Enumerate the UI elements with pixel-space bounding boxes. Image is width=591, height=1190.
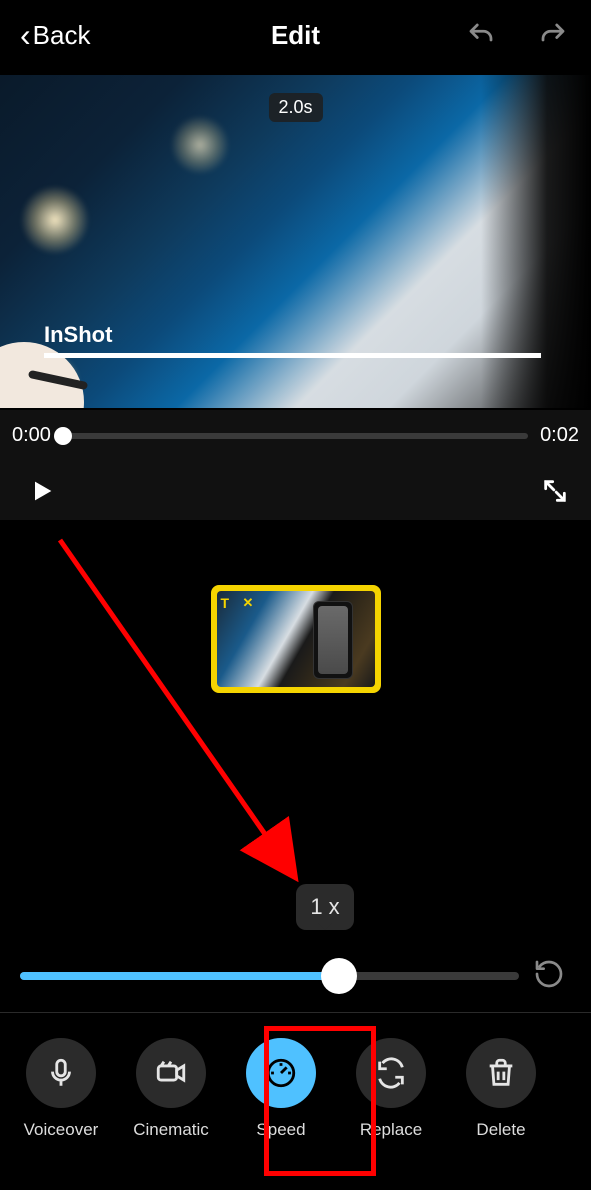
current-time: 0:00 [12, 424, 51, 447]
toolbar-label: Cinematic [133, 1120, 209, 1140]
header-bar: ‹ Back Edit [0, 0, 591, 70]
fullscreen-button[interactable] [541, 477, 569, 510]
play-button[interactable] [28, 477, 56, 510]
preview-decor [20, 185, 90, 255]
redo-button[interactable] [535, 17, 571, 53]
trash-icon [484, 1056, 518, 1090]
toolbar-item-voiceover[interactable]: Voiceover [18, 1038, 104, 1140]
undo-redo-group [463, 17, 571, 53]
preview-decor [170, 115, 230, 175]
play-icon [28, 477, 56, 505]
delete-button [466, 1038, 536, 1108]
speed-thumb[interactable] [321, 958, 357, 994]
total-time: 0:02 [540, 424, 579, 447]
undo-icon [466, 20, 496, 50]
toolbar-track: c Voiceover Cinematic Speed [0, 1038, 544, 1140]
playback-bar: 0:00 0:02 [0, 410, 591, 520]
toolbar-label: Speed [256, 1120, 305, 1140]
cinematic-button [136, 1038, 206, 1108]
microphone-icon [44, 1056, 78, 1090]
speedometer-icon [264, 1056, 298, 1090]
clip-duration-badge: 2.0s [268, 93, 322, 122]
page-title: Edit [271, 20, 320, 51]
redo-icon [538, 20, 568, 50]
play-row [28, 477, 569, 510]
timeline-playhead[interactable] [211, 585, 213, 693]
chevron-left-icon: ‹ [20, 19, 31, 51]
toolbar-item-speed[interactable]: Speed [238, 1038, 324, 1140]
speed-value-bubble: 1 x [296, 884, 354, 930]
speed-fill [20, 972, 339, 980]
fullscreen-icon [541, 477, 569, 505]
toolbar-item-cinematic[interactable]: Cinematic [128, 1038, 214, 1140]
back-label: Back [33, 20, 91, 51]
video-preview[interactable]: 2.0s InShot [0, 75, 591, 408]
back-button[interactable]: ‹ Back [20, 19, 90, 51]
seek-thumb[interactable] [54, 427, 72, 445]
toolbar-divider [0, 1012, 591, 1013]
watermark-line [44, 353, 541, 358]
seek-slider[interactable] [63, 433, 528, 439]
toolbar-label: Voiceover [24, 1120, 99, 1140]
reset-icon [533, 958, 565, 990]
camera-icon [154, 1056, 188, 1090]
toolbar-item-replace[interactable]: Replace [348, 1038, 434, 1140]
undo-button[interactable] [463, 17, 499, 53]
voiceover-button [26, 1038, 96, 1108]
app-root: ‹ Back Edit 2.0s InShot 0:00 [0, 0, 591, 1190]
reset-speed-button[interactable] [527, 952, 571, 996]
replace-button [356, 1038, 426, 1108]
toolbar-label: Replace [360, 1120, 422, 1140]
watermark-text: InShot [44, 322, 112, 348]
preview-decor [481, 75, 591, 408]
toolbar-label: Delete [476, 1120, 525, 1140]
replace-icon [374, 1056, 408, 1090]
bottom-toolbar[interactable]: c Voiceover Cinematic Speed [0, 1020, 591, 1190]
time-row: 0:00 0:02 [12, 424, 579, 447]
timeline-clip[interactable]: T ✕ [211, 585, 381, 693]
speed-button [246, 1038, 316, 1108]
speed-slider[interactable] [20, 966, 519, 986]
toolbar-item-delete[interactable]: Delete [458, 1038, 544, 1140]
mute-icon: ✕ [243, 595, 254, 611]
text-layer-icon: T [221, 595, 230, 611]
clip-thumbnail-decor [313, 601, 353, 679]
